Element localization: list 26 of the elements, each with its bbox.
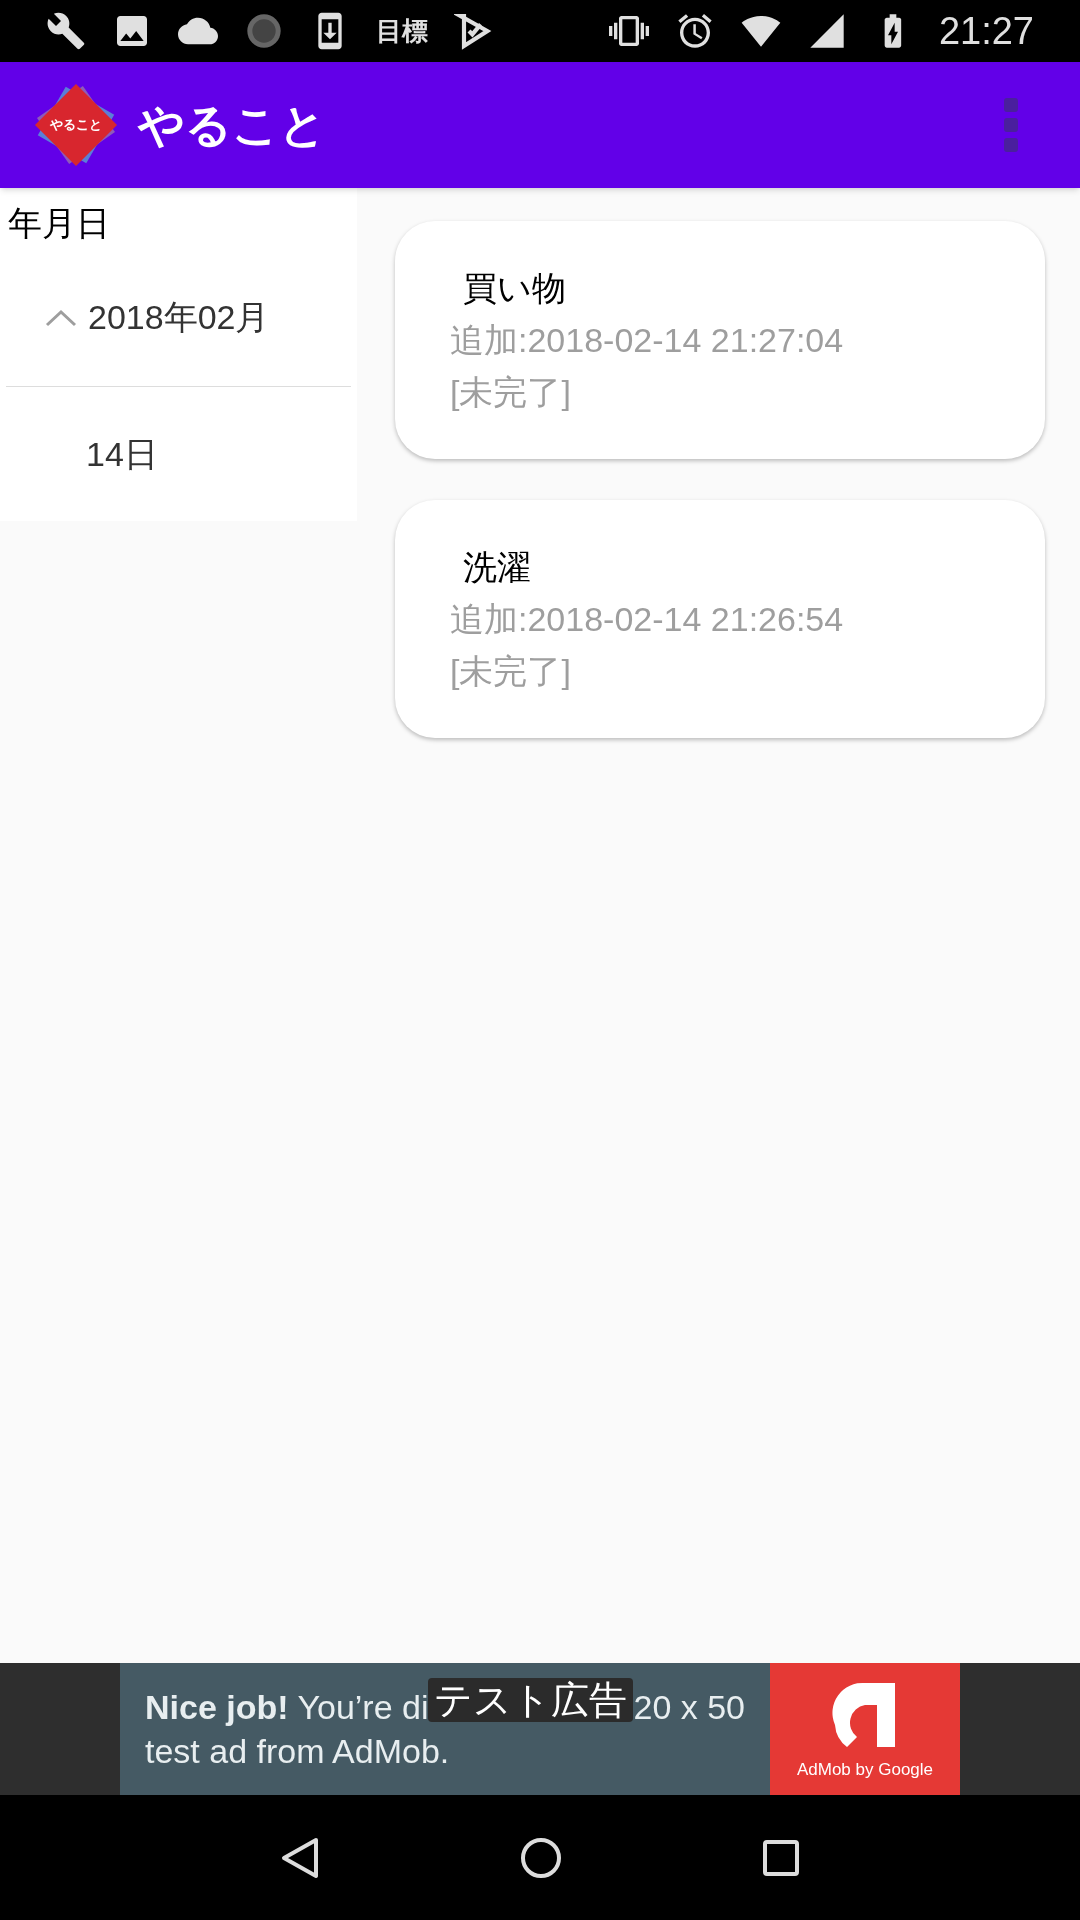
ad-text: Nice job! You’re di	[145, 1687, 429, 1728]
task-status: [未完了]	[450, 651, 572, 692]
check-flag-icon	[454, 11, 494, 51]
task-added-time: 追加:2018-02-14 21:27:04	[450, 320, 845, 361]
ad-text: test ad from AdMob.	[145, 1731, 451, 1772]
task-card[interactable]: 買い物 追加:2018-02-14 21:27:04 [未完了]	[395, 221, 1045, 459]
admob-brand-text: AdMob by Google	[796, 1759, 934, 1782]
sidebar-heading: 年月日	[7, 203, 111, 244]
back-icon[interactable]	[279, 1835, 320, 1880]
wrench-icon	[46, 11, 86, 51]
app-title: やること	[138, 97, 326, 153]
recents-icon[interactable]	[762, 1838, 801, 1877]
loading-circle-icon	[244, 11, 284, 51]
clock-time: 21:27	[938, 8, 1034, 54]
task-status: [未完了]	[450, 372, 572, 413]
month-group-header[interactable]: 2018年02月	[6, 249, 351, 387]
app-logo: やること	[34, 83, 118, 167]
task-card[interactable]: 洗濯 追加:2018-02-14 21:26:54 [未完了]	[395, 500, 1045, 738]
task-title: 買い物	[462, 268, 567, 309]
ad-text: 20 x 50	[633, 1687, 745, 1728]
day-item[interactable]: 14日	[0, 387, 357, 521]
task-added-time: 追加:2018-02-14 21:26:54	[450, 599, 845, 640]
notification-text: 目標	[376, 14, 428, 48]
test-ad-label: テスト広告	[428, 1678, 634, 1722]
home-icon[interactable]	[519, 1835, 563, 1880]
task-title: 洗濯	[462, 547, 532, 588]
